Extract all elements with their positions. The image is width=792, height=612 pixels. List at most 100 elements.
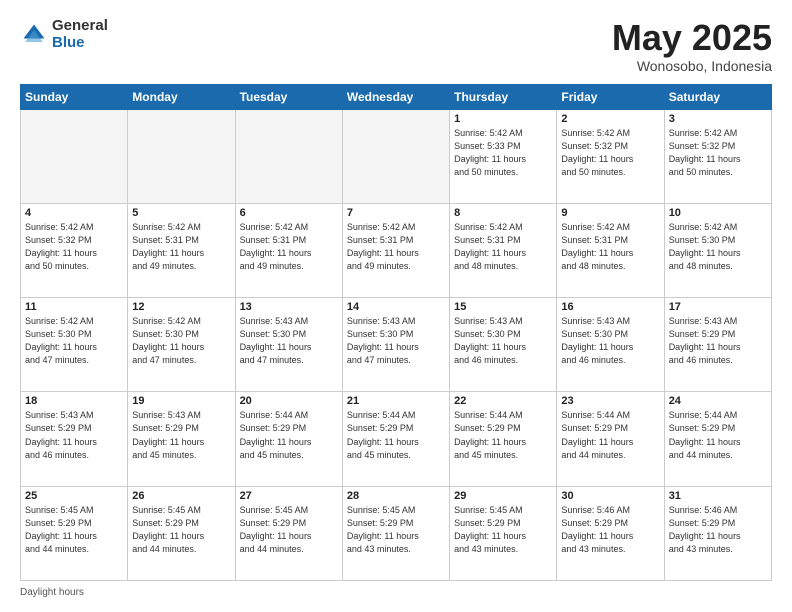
day-info: Sunrise: 5:43 AM Sunset: 5:29 PM Dayligh… bbox=[25, 409, 123, 461]
day-info: Sunrise: 5:42 AM Sunset: 5:32 PM Dayligh… bbox=[25, 221, 123, 273]
calendar-cell: 7 Sunrise: 5:42 AM Sunset: 5:31 PM Daylig… bbox=[342, 203, 449, 297]
day-number: 3 bbox=[669, 113, 767, 125]
logo-icon bbox=[20, 21, 48, 49]
calendar-header-friday: Friday bbox=[557, 84, 664, 109]
calendar-cell: 18 Sunrise: 5:43 AM Sunset: 5:29 PM Dayli… bbox=[21, 392, 128, 486]
day-info: Sunrise: 5:42 AM Sunset: 5:30 PM Dayligh… bbox=[132, 315, 230, 367]
day-number: 25 bbox=[25, 490, 123, 502]
footer-text: Daylight hours bbox=[20, 587, 84, 598]
page: General Blue May 2025 Wonosobo, Indonesi… bbox=[0, 0, 792, 612]
day-info: Sunrise: 5:44 AM Sunset: 5:29 PM Dayligh… bbox=[240, 409, 338, 461]
day-info: Sunrise: 5:46 AM Sunset: 5:29 PM Dayligh… bbox=[669, 504, 767, 556]
day-number: 11 bbox=[25, 301, 123, 313]
calendar-cell: 30 Sunrise: 5:46 AM Sunset: 5:29 PM Dayli… bbox=[557, 486, 664, 580]
day-number: 7 bbox=[347, 207, 445, 219]
calendar-cell: 15 Sunrise: 5:43 AM Sunset: 5:30 PM Dayli… bbox=[450, 298, 557, 392]
calendar-cell bbox=[342, 109, 449, 203]
day-info: Sunrise: 5:45 AM Sunset: 5:29 PM Dayligh… bbox=[240, 504, 338, 556]
calendar-cell: 24 Sunrise: 5:44 AM Sunset: 5:29 PM Dayli… bbox=[664, 392, 771, 486]
day-info: Sunrise: 5:42 AM Sunset: 5:31 PM Dayligh… bbox=[454, 221, 552, 273]
day-number: 31 bbox=[669, 490, 767, 502]
day-info: Sunrise: 5:43 AM Sunset: 5:30 PM Dayligh… bbox=[561, 315, 659, 367]
day-info: Sunrise: 5:42 AM Sunset: 5:31 PM Dayligh… bbox=[561, 221, 659, 273]
calendar-week-1: 4Sunrise: 5:42 AM Sunset: 5:32 PM Daylig… bbox=[21, 203, 772, 297]
calendar-cell: 13 Sunrise: 5:43 AM Sunset: 5:30 PM Dayli… bbox=[235, 298, 342, 392]
day-number: 28 bbox=[347, 490, 445, 502]
day-info: Sunrise: 5:43 AM Sunset: 5:30 PM Dayligh… bbox=[347, 315, 445, 367]
day-number: 19 bbox=[132, 395, 230, 407]
calendar-cell: 26Sunrise: 5:45 AM Sunset: 5:29 PM Dayli… bbox=[128, 486, 235, 580]
day-info: Sunrise: 5:42 AM Sunset: 5:30 PM Dayligh… bbox=[25, 315, 123, 367]
day-info: Sunrise: 5:45 AM Sunset: 5:29 PM Dayligh… bbox=[25, 504, 123, 556]
calendar-cell: 2Sunrise: 5:42 AM Sunset: 5:32 PM Daylig… bbox=[557, 109, 664, 203]
day-number: 20 bbox=[240, 395, 338, 407]
calendar-cell: 21 Sunrise: 5:44 AM Sunset: 5:29 PM Dayli… bbox=[342, 392, 449, 486]
calendar-header-sunday: Sunday bbox=[21, 84, 128, 109]
day-number: 2 bbox=[561, 113, 659, 125]
day-number: 16 bbox=[561, 301, 659, 313]
day-number: 13 bbox=[240, 301, 338, 313]
calendar-header-tuesday: Tuesday bbox=[235, 84, 342, 109]
calendar-cell: 3 Sunrise: 5:42 AM Sunset: 5:32 PM Daylig… bbox=[664, 109, 771, 203]
logo-general-text: General bbox=[52, 18, 108, 35]
calendar: SundayMondayTuesdayWednesdayThursdayFrid… bbox=[20, 84, 772, 581]
day-number: 26 bbox=[132, 490, 230, 502]
calendar-header-wednesday: Wednesday bbox=[342, 84, 449, 109]
day-number: 6 bbox=[240, 207, 338, 219]
day-info: Sunrise: 5:42 AM Sunset: 5:33 PM Dayligh… bbox=[454, 127, 552, 179]
logo: General Blue bbox=[20, 18, 108, 51]
calendar-cell: 5Sunrise: 5:42 AM Sunset: 5:31 PM Daylig… bbox=[128, 203, 235, 297]
calendar-cell bbox=[128, 109, 235, 203]
calendar-cell: 12 Sunrise: 5:42 AM Sunset: 5:30 PM Dayli… bbox=[128, 298, 235, 392]
calendar-cell bbox=[235, 109, 342, 203]
day-number: 8 bbox=[454, 207, 552, 219]
calendar-cell: 20 Sunrise: 5:44 AM Sunset: 5:29 PM Dayli… bbox=[235, 392, 342, 486]
calendar-cell: 11 Sunrise: 5:42 AM Sunset: 5:30 PM Dayli… bbox=[21, 298, 128, 392]
day-number: 22 bbox=[454, 395, 552, 407]
calendar-cell: 19 Sunrise: 5:43 AM Sunset: 5:29 PM Dayli… bbox=[128, 392, 235, 486]
day-info: Sunrise: 5:44 AM Sunset: 5:29 PM Dayligh… bbox=[347, 409, 445, 461]
day-number: 12 bbox=[132, 301, 230, 313]
day-number: 21 bbox=[347, 395, 445, 407]
calendar-header-monday: Monday bbox=[128, 84, 235, 109]
calendar-week-3: 18 Sunrise: 5:43 AM Sunset: 5:29 PM Dayli… bbox=[21, 392, 772, 486]
day-number: 30 bbox=[561, 490, 659, 502]
day-info: Sunrise: 5:42 AM Sunset: 5:32 PM Dayligh… bbox=[669, 127, 767, 179]
day-info: Sunrise: 5:43 AM Sunset: 5:29 PM Dayligh… bbox=[132, 409, 230, 461]
day-info: Sunrise: 5:42 AM Sunset: 5:31 PM Dayligh… bbox=[347, 221, 445, 273]
day-number: 24 bbox=[669, 395, 767, 407]
calendar-week-0: 1 Sunrise: 5:42 AM Sunset: 5:33 PM Daylig… bbox=[21, 109, 772, 203]
day-number: 18 bbox=[25, 395, 123, 407]
calendar-cell: 14Sunrise: 5:43 AM Sunset: 5:30 PM Dayli… bbox=[342, 298, 449, 392]
calendar-cell: 27 Sunrise: 5:45 AM Sunset: 5:29 PM Dayli… bbox=[235, 486, 342, 580]
day-info: Sunrise: 5:45 AM Sunset: 5:29 PM Dayligh… bbox=[454, 504, 552, 556]
calendar-cell: 9 Sunrise: 5:42 AM Sunset: 5:31 PM Daylig… bbox=[557, 203, 664, 297]
day-info: Sunrise: 5:43 AM Sunset: 5:30 PM Dayligh… bbox=[240, 315, 338, 367]
day-info: Sunrise: 5:42 AM Sunset: 5:31 PM Dayligh… bbox=[132, 221, 230, 273]
day-info: Sunrise: 5:44 AM Sunset: 5:29 PM Dayligh… bbox=[454, 409, 552, 461]
calendar-week-4: 25 Sunrise: 5:45 AM Sunset: 5:29 PM Dayli… bbox=[21, 486, 772, 580]
calendar-cell: 16 Sunrise: 5:43 AM Sunset: 5:30 PM Dayli… bbox=[557, 298, 664, 392]
day-info: Sunrise: 5:43 AM Sunset: 5:29 PM Dayligh… bbox=[669, 315, 767, 367]
day-number: 27 bbox=[240, 490, 338, 502]
day-number: 1 bbox=[454, 113, 552, 125]
day-number: 29 bbox=[454, 490, 552, 502]
calendar-header-row: SundayMondayTuesdayWednesdayThursdayFrid… bbox=[21, 84, 772, 109]
calendar-cell: 4Sunrise: 5:42 AM Sunset: 5:32 PM Daylig… bbox=[21, 203, 128, 297]
calendar-cell: 22 Sunrise: 5:44 AM Sunset: 5:29 PM Dayli… bbox=[450, 392, 557, 486]
subtitle: Wonosobo, Indonesia bbox=[612, 58, 772, 74]
calendar-cell: 25 Sunrise: 5:45 AM Sunset: 5:29 PM Dayli… bbox=[21, 486, 128, 580]
day-info: Sunrise: 5:43 AM Sunset: 5:30 PM Dayligh… bbox=[454, 315, 552, 367]
day-info: Sunrise: 5:42 AM Sunset: 5:30 PM Dayligh… bbox=[669, 221, 767, 273]
calendar-header-saturday: Saturday bbox=[664, 84, 771, 109]
calendar-cell: 6Sunrise: 5:42 AM Sunset: 5:31 PM Daylig… bbox=[235, 203, 342, 297]
day-number: 15 bbox=[454, 301, 552, 313]
calendar-cell: 8 Sunrise: 5:42 AM Sunset: 5:31 PM Daylig… bbox=[450, 203, 557, 297]
day-info: Sunrise: 5:46 AM Sunset: 5:29 PM Dayligh… bbox=[561, 504, 659, 556]
day-number: 9 bbox=[561, 207, 659, 219]
day-info: Sunrise: 5:44 AM Sunset: 5:29 PM Dayligh… bbox=[669, 409, 767, 461]
day-info: Sunrise: 5:44 AM Sunset: 5:29 PM Dayligh… bbox=[561, 409, 659, 461]
calendar-cell: 29 Sunrise: 5:45 AM Sunset: 5:29 PM Dayli… bbox=[450, 486, 557, 580]
calendar-cell bbox=[21, 109, 128, 203]
calendar-header-thursday: Thursday bbox=[450, 84, 557, 109]
